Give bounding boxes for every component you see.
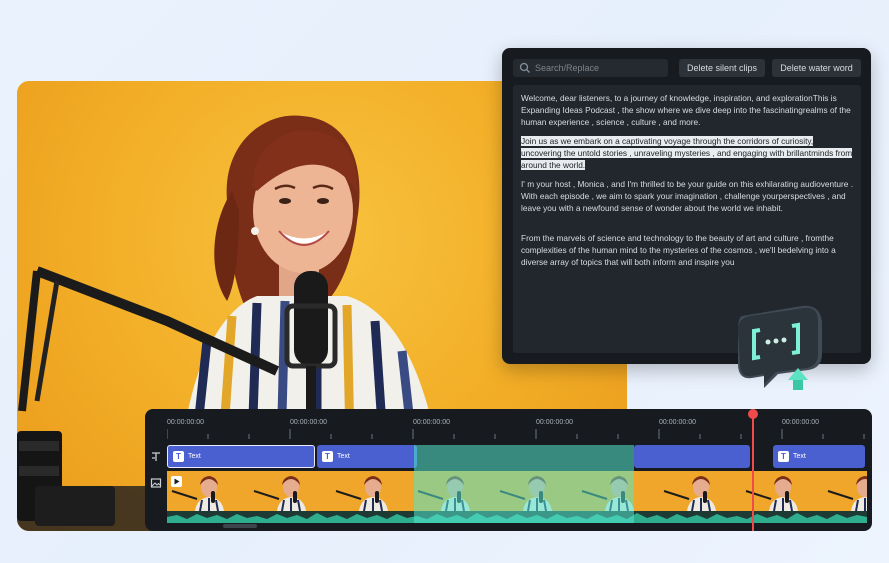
highlighted-text: Join us as we embark on a captivating vo…: [521, 136, 853, 170]
timecode-1: 00:00:00:00: [167, 419, 204, 426]
search-replace-field[interactable]: Search/Replace: [513, 59, 668, 77]
text-clip-icon: T: [322, 451, 333, 462]
timeline-ruler: [167, 429, 865, 439]
transcript-paragraph-3: I' m your host , Monica , and I'm thrill…: [521, 179, 853, 213]
video-timeline[interactable]: 00:00:00:00 00:00:00:00 00:00:00:00 00:0…: [145, 409, 872, 531]
transcript-paragraph-2-selected: Join us as we embark on a captivating vo…: [521, 136, 855, 171]
selected-range-highlight[interactable]: [414, 445, 634, 523]
timeline-scrollbar[interactable]: [223, 524, 257, 528]
timecode-3: 00:00:00:00: [413, 419, 450, 426]
search-icon: [519, 62, 530, 73]
timecode-4: 00:00:00:00: [536, 419, 573, 426]
text-clip-selected[interactable]: T Text: [167, 445, 315, 468]
transcript-paragraph-1: Welcome, dear listeners, to a journey of…: [521, 93, 851, 127]
transcript-paragraph-4: From the marvels of science and technolo…: [521, 233, 836, 267]
delete-water-word-button[interactable]: Delete water word: [772, 59, 861, 77]
text-clip-icon: T: [173, 451, 184, 462]
search-placeholder: Search/Replace: [535, 63, 600, 73]
timecode-5: 00:00:00:00: [659, 419, 696, 426]
playhead-handle[interactable]: [748, 409, 758, 419]
timecode-6: 00:00:00:00: [782, 419, 819, 426]
text-clip-label: Text: [188, 453, 201, 460]
text-clip-label: Text: [337, 453, 350, 460]
text-clip-label: Text: [793, 453, 806, 460]
playhead-line[interactable]: [752, 415, 754, 531]
delete-silent-clips-button[interactable]: Delete silent clips: [679, 59, 765, 77]
text-clip-icon: T: [778, 451, 789, 462]
bracket-bubble-icon: [738, 305, 822, 390]
text-clip[interactable]: T Text: [317, 445, 417, 468]
image-track-icon: [150, 478, 162, 488]
text-clip[interactable]: T Text: [773, 445, 865, 468]
text-clip-plain[interactable]: [634, 445, 750, 468]
timecode-2: 00:00:00:00: [290, 419, 327, 426]
play-icon: [171, 476, 182, 487]
text-track-icon: [152, 452, 160, 461]
